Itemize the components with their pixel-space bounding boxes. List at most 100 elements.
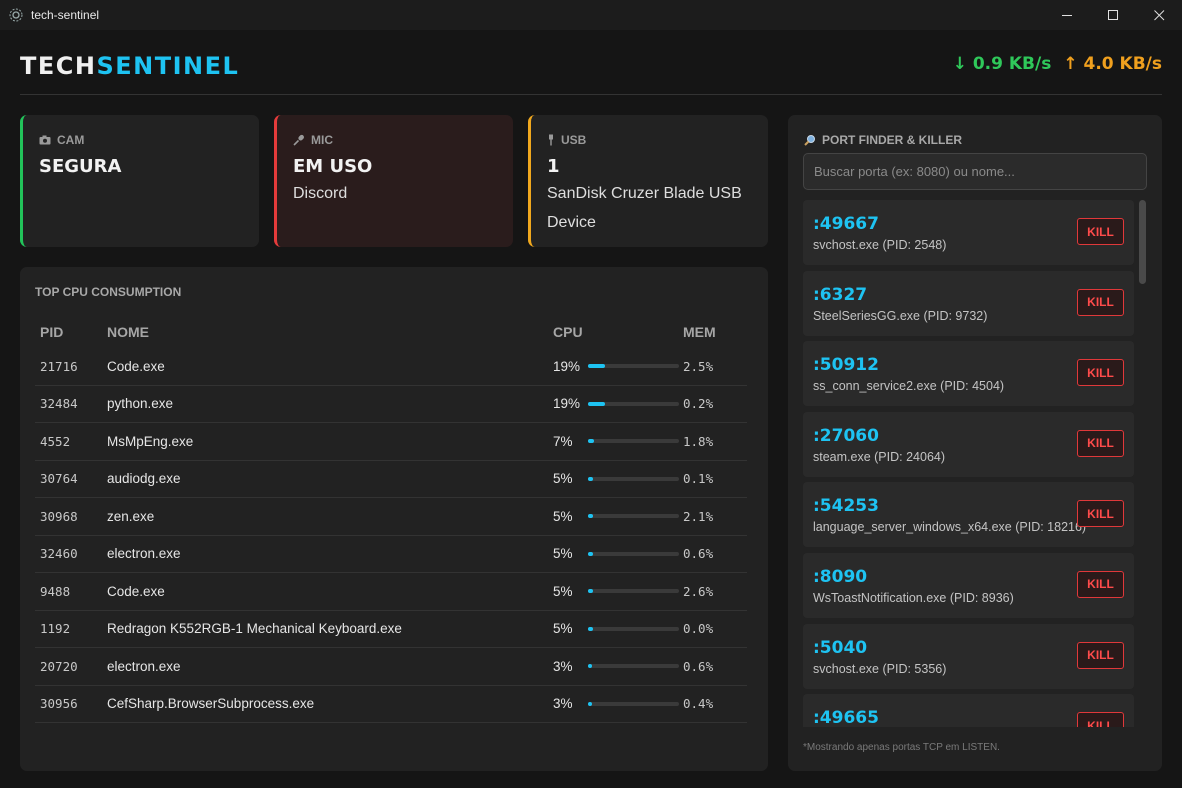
process-mem: 0.6% bbox=[683, 546, 714, 562]
col-mem-header[interactable]: MEM bbox=[683, 324, 743, 340]
network-speed: ↓ 0.9 KB/s ↑ 4.0 KB/s bbox=[953, 54, 1162, 74]
app-header: TECHSENTINEL ↓ 0.9 KB/s ↑ 4.0 KB/s bbox=[20, 30, 1162, 95]
port-item: :27060 steam.exe (PID: 24064) KILL bbox=[803, 411, 1134, 477]
microphone-icon bbox=[293, 134, 304, 146]
process-name: Code.exe bbox=[107, 358, 165, 374]
port-panel: PORT FINDER & KILLER :49667 svchost.exe (… bbox=[788, 115, 1162, 771]
cpu-usage-fill bbox=[588, 589, 593, 594]
cpu-table: PID NOME CPU MEM 21716 Code.exe 19% 2.5% 324… bbox=[35, 315, 747, 723]
cpu-usage-fill bbox=[588, 401, 605, 406]
table-row[interactable]: 30968 zen.exe 5% 2.1% bbox=[35, 498, 747, 536]
cpu-usage-fill bbox=[588, 551, 593, 556]
process-pid: 9488 bbox=[40, 583, 71, 599]
kill-button[interactable]: KILL bbox=[1077, 712, 1124, 727]
upload-speed: ↑ 4.0 KB/s bbox=[1063, 54, 1162, 74]
cpu-usage-fill bbox=[588, 701, 592, 706]
process-pid: 30764 bbox=[40, 471, 78, 487]
process-cpu-percent: 5% bbox=[553, 621, 573, 637]
camera-status: SEGURA bbox=[39, 156, 122, 177]
port-item: :54253 language_server_windows_x64.exe (P… bbox=[803, 482, 1134, 548]
port-panel-title: PORT FINDER & KILLER bbox=[804, 133, 962, 147]
process-pid: 1192 bbox=[40, 621, 71, 637]
port-item: :6327 SteelSeriesGG.exe (PID: 9732) KILL bbox=[803, 270, 1134, 336]
port-process: ss_conn_service2.exe (PID: 4504) bbox=[813, 379, 1005, 394]
kill-button[interactable]: KILL bbox=[1077, 500, 1124, 528]
cpu-usage-bar bbox=[588, 476, 679, 481]
kill-button[interactable]: KILL bbox=[1077, 641, 1124, 669]
camera-label: CAM bbox=[39, 133, 243, 147]
kill-button[interactable]: KILL bbox=[1077, 288, 1124, 316]
process-cpu: 5% bbox=[553, 509, 683, 524]
microphone-app: Discord bbox=[293, 185, 348, 202]
port-list[interactable]: :49667 svchost.exe (PID: 2548) KILL:6327 St… bbox=[803, 200, 1147, 727]
process-name: CefSharp.BrowserSubprocess.exe bbox=[107, 696, 315, 712]
process-cpu: 19% bbox=[553, 359, 683, 374]
port-list-scrollbar[interactable] bbox=[1139, 200, 1146, 284]
process-name: zen.exe bbox=[107, 508, 155, 524]
process-name: Redragon K552RGB-1 Mechanical Keyboard.e… bbox=[107, 621, 402, 637]
process-mem: 0.4% bbox=[683, 696, 714, 712]
process-pid: 4552 bbox=[40, 433, 71, 449]
cpu-usage-bar bbox=[588, 551, 679, 556]
port-item: :50912 ss_conn_service2.exe (PID: 4504) KI… bbox=[803, 341, 1134, 407]
process-mem: 0.1% bbox=[683, 471, 714, 487]
table-row[interactable]: 30956 CefSharp.BrowserSubprocess.exe 3% 0.4… bbox=[35, 686, 747, 723]
cpu-usage-bar bbox=[588, 701, 679, 706]
process-cpu-percent: 5% bbox=[553, 583, 573, 599]
process-mem: 0.6% bbox=[683, 658, 714, 674]
process-pid: 21716 bbox=[40, 358, 78, 374]
process-name: audiodg.exe bbox=[107, 471, 181, 487]
close-button[interactable] bbox=[1136, 0, 1182, 30]
process-cpu: 7% bbox=[553, 434, 683, 449]
table-row[interactable]: 32484 python.exe 19% 0.2% bbox=[35, 386, 747, 423]
microphone-label: MIC bbox=[293, 133, 497, 147]
process-cpu: 5% bbox=[553, 546, 683, 561]
cpu-usage-fill bbox=[588, 364, 605, 369]
process-cpu-percent: 7% bbox=[553, 433, 573, 449]
table-row[interactable]: 32460 electron.exe 5% 0.6% bbox=[35, 536, 747, 573]
port-number: :5040 bbox=[813, 637, 868, 658]
minimize-button[interactable] bbox=[1044, 0, 1090, 30]
cpu-usage-fill bbox=[588, 439, 594, 444]
cpu-usage-bar bbox=[588, 626, 679, 631]
process-name: electron.exe bbox=[107, 546, 181, 562]
cpu-panel-title: TOP CPU CONSUMPTION bbox=[35, 285, 182, 299]
port-search-input[interactable] bbox=[803, 153, 1147, 190]
process-mem: 2.6% bbox=[683, 583, 714, 599]
usb-card: USB 1 SanDisk Cruzer Blade USB Device bbox=[528, 115, 768, 247]
col-cpu-header[interactable]: CPU bbox=[553, 324, 683, 340]
brand-part-sentinel: SENTINEL bbox=[96, 52, 240, 80]
kill-button[interactable]: KILL bbox=[1077, 570, 1124, 598]
process-pid: 30968 bbox=[40, 508, 78, 524]
port-panel-title-text: PORT FINDER & KILLER bbox=[822, 133, 962, 147]
process-cpu: 3% bbox=[553, 659, 683, 674]
table-row[interactable]: 20720 electron.exe 3% 0.6% bbox=[35, 648, 747, 686]
kill-button[interactable]: KILL bbox=[1077, 429, 1124, 457]
process-cpu: 19% bbox=[553, 396, 683, 411]
process-cpu-percent: 5% bbox=[553, 508, 573, 524]
kill-button[interactable]: KILL bbox=[1077, 359, 1124, 387]
camera-label-text: CAM bbox=[57, 133, 85, 147]
col-pid-header[interactable]: PID bbox=[35, 324, 107, 340]
kill-button[interactable]: KILL bbox=[1077, 218, 1124, 245]
table-row[interactable]: 1192 Redragon K552RGB-1 Mechanical Keyboa… bbox=[35, 611, 747, 648]
camera-card: CAM SEGURA bbox=[20, 115, 259, 247]
port-process: WsToastNotification.exe (PID: 8936) bbox=[813, 590, 1014, 605]
maximize-button[interactable] bbox=[1090, 0, 1136, 30]
port-item: :8090 WsToastNotification.exe (PID: 8936)… bbox=[803, 552, 1134, 618]
process-pid: 20720 bbox=[40, 658, 78, 674]
table-row[interactable]: 30764 audiodg.exe 5% 0.1% bbox=[35, 461, 747, 498]
port-process: language_server_windows_x64.exe (PID: 18… bbox=[813, 520, 1087, 535]
table-row[interactable]: 9488 Code.exe 5% 2.6% bbox=[35, 573, 747, 611]
microphone-card: MIC EM USO Discord bbox=[274, 115, 513, 247]
process-cpu: 5% bbox=[553, 471, 683, 486]
port-number: :6327 bbox=[813, 284, 868, 305]
table-row[interactable]: 4552 MsMpEng.exe 7% 1.8% bbox=[35, 423, 747, 461]
cpu-usage-fill bbox=[588, 514, 593, 519]
table-row[interactable]: 21716 Code.exe 19% 2.5% bbox=[35, 348, 747, 386]
microphone-label-text: MIC bbox=[311, 133, 333, 147]
col-name-header[interactable]: NOME bbox=[107, 324, 553, 340]
process-cpu: 3% bbox=[553, 696, 683, 711]
cpu-usage-fill bbox=[588, 664, 592, 669]
process-name: Code.exe bbox=[107, 583, 165, 599]
